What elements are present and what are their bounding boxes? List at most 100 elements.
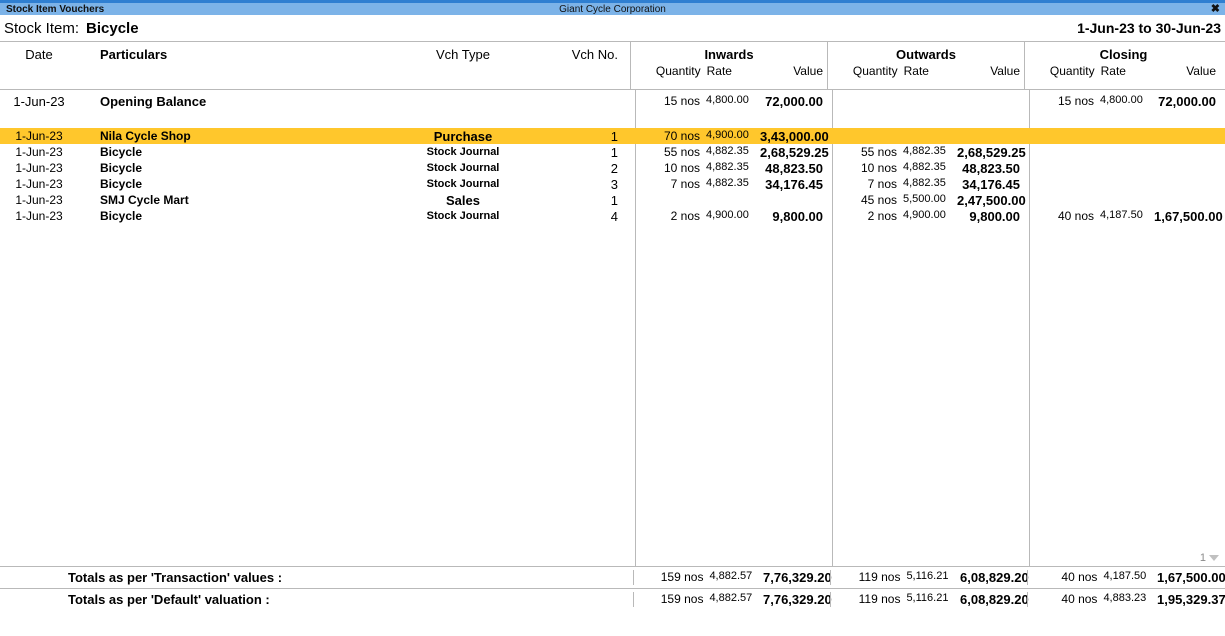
row-outwards-quantity: 2 nos xyxy=(867,208,897,223)
row-vch-no: 1 xyxy=(610,128,618,144)
totals-label: Totals as per 'Transaction' values : xyxy=(68,570,283,585)
row-vch-no: 1 xyxy=(610,192,618,208)
group-title-outwards: Outwards xyxy=(896,47,956,62)
column-header-inwards-quantity[interactable]: Quantity xyxy=(631,64,701,78)
row-outwards: 10 nos 4,882.35 48,823.50 xyxy=(827,161,1024,176)
totals-closing-value: 1,67,500.00 xyxy=(1157,570,1225,585)
totals-inwards-rate: 4,882.57 xyxy=(709,592,753,604)
row-inwards-quantity: 10 nos xyxy=(663,160,700,175)
row-inwards-rate: 4,882.35 xyxy=(706,176,749,189)
table-row[interactable]: 1-Jun-23 SMJ Cycle Mart Sales 1 45 nos 5,500.… xyxy=(0,192,1225,208)
totals-outwards: 119 nos 5,116.21 6,08,829.20 xyxy=(830,570,1029,585)
row-vch-type: Purchase xyxy=(433,128,493,144)
page-indicator[interactable]: 1 xyxy=(1200,552,1219,564)
row-closing-quantity: 40 nos xyxy=(1057,208,1094,223)
row-vch-type: Stock Journal xyxy=(426,210,500,222)
opening-inwards-value: 72,000.00 xyxy=(765,93,823,109)
totals-outwards-quantity: 119 nos xyxy=(858,592,901,606)
column-group-closing: Closing Quantity Rate Value xyxy=(1024,42,1222,89)
table-row[interactable]: 1-Jun-23 Nila Cycle Shop Purchase 1 70 nos 4,… xyxy=(0,128,1225,144)
row-inwards-value: 3,43,000.00 xyxy=(760,128,829,144)
row-outwards-quantity: 10 nos xyxy=(860,160,897,175)
row-inwards-quantity: 2 nos xyxy=(670,208,700,223)
opening-closing-quantity: 15 nos xyxy=(1057,93,1094,108)
row-outwards-quantity: 7 nos xyxy=(867,176,897,191)
column-header-outwards-value[interactable]: Value xyxy=(957,64,1024,78)
row-inwards: 10 nos 4,882.35 48,823.50 xyxy=(630,161,827,176)
totals-inwards: 159 nos 4,882.57 7,76,329.20 xyxy=(633,570,832,585)
table-row[interactable]: 1-Jun-23 Bicycle Stock Journal 4 2 nos 4,900.… xyxy=(0,208,1225,224)
opening-date: 1-Jun-23 xyxy=(13,93,65,109)
vouchers-table: Date Particulars Vch Type Vch No. Inward… xyxy=(0,41,1225,610)
opening-particulars: Opening Balance xyxy=(100,93,207,109)
row-outwards: 2 nos 4,900.00 9,800.00 xyxy=(827,209,1024,224)
column-header-outwards-quantity[interactable]: Quantity xyxy=(828,64,898,78)
column-header-outwards-rate[interactable]: Rate xyxy=(898,64,958,78)
table-body: 1-Jun-23 Opening Balance 15 nos 4,800.00… xyxy=(0,90,1225,566)
row-outwards-value: 2,68,529.25 xyxy=(957,144,1026,160)
row-outwards-value: 48,823.50 xyxy=(962,160,1020,176)
company-name: Giant Cycle Corporation xyxy=(559,3,666,15)
row-outwards-value: 9,800.00 xyxy=(969,208,1020,224)
totals-closing-quantity: 40 nos xyxy=(1061,592,1098,606)
row-date: 1-Jun-23 xyxy=(15,145,63,159)
table-row[interactable]: 1-Jun-23 Bicycle Stock Journal 1 55 nos 4,882… xyxy=(0,144,1225,160)
row-vch-no: 4 xyxy=(610,208,618,224)
opening-closing-value: 72,000.00 xyxy=(1158,93,1216,109)
opening-inwards: 15 nos 4,800.00 72,000.00 xyxy=(630,94,827,109)
table-header: Date Particulars Vch Type Vch No. Inward… xyxy=(0,42,1225,90)
row-outwards-rate: 4,882.35 xyxy=(903,144,946,157)
opening-closing: 15 nos 4,800.00 72,000.00 xyxy=(1024,94,1222,109)
opening-balance-row[interactable]: 1-Jun-23 Opening Balance 15 nos 4,800.00… xyxy=(0,90,1225,112)
row-outwards-rate: 4,900.00 xyxy=(903,208,946,221)
row-inwards: 2 nos 4,900.00 9,800.00 xyxy=(630,209,827,224)
row-inwards-rate: 4,900.00 xyxy=(706,208,749,221)
group-title-inwards: Inwards xyxy=(704,47,754,62)
chevron-down-icon[interactable] xyxy=(1209,555,1219,561)
row-inwards: 55 nos 4,882.35 2,68,529.25 xyxy=(630,144,829,160)
column-header-vch-type[interactable]: Vch Type xyxy=(398,47,528,62)
column-group-outwards: Outwards Quantity Rate Value xyxy=(827,42,1024,89)
row-particulars: Bicycle xyxy=(100,161,143,175)
row-spacer xyxy=(0,112,1225,128)
totals-closing-quantity: 40 nos xyxy=(1061,570,1098,584)
totals-outwards: 119 nos 5,116.21 6,08,829.20 xyxy=(830,592,1029,607)
column-header-vch-no[interactable]: Vch No. xyxy=(528,47,630,62)
report-period[interactable]: 1-Jun-23 to 30-Jun-23 xyxy=(1077,20,1221,36)
table-row[interactable]: 1-Jun-23 Bicycle Stock Journal 3 7 nos 4,882.… xyxy=(0,176,1225,192)
totals-outwards-value: 6,08,829.20 xyxy=(960,592,1029,607)
totals-inwards-rate: 4,882.57 xyxy=(709,570,753,582)
totals-closing-value: 1,95,329.37 xyxy=(1157,592,1225,607)
row-closing-rate: 4,187.50 xyxy=(1100,208,1143,221)
row-outwards-value: 2,47,500.00 xyxy=(957,192,1026,208)
row-inwards-quantity: 7 nos xyxy=(670,176,700,191)
totals-inwards-quantity: 159 nos xyxy=(660,592,704,606)
row-date: 1-Jun-23 xyxy=(15,193,63,207)
row-particulars: SMJ Cycle Mart xyxy=(100,193,189,207)
report-subheader: Stock Item: Bicycle 1-Jun-23 to 30-Jun-2… xyxy=(0,15,1225,41)
totals-outwards-rate: 5,116.21 xyxy=(906,570,949,582)
column-header-inwards-rate[interactable]: Rate xyxy=(701,64,761,78)
row-outwards: 55 nos 4,882.35 2,68,529.25 xyxy=(827,144,1026,160)
table-row[interactable]: 1-Jun-23 Bicycle Stock Journal 2 10 nos 4,882… xyxy=(0,160,1225,176)
column-header-inwards-value[interactable]: Value xyxy=(760,64,827,78)
stock-item-value[interactable]: Bicycle xyxy=(86,20,139,37)
group-title-closing: Closing xyxy=(1099,47,1148,62)
voucher-rows: 1-Jun-23 Nila Cycle Shop Purchase 1 70 nos 4,… xyxy=(0,128,1225,224)
column-header-closing-rate[interactable]: Rate xyxy=(1095,64,1155,78)
row-outwards-rate: 5,500.00 xyxy=(903,192,946,205)
row-vch-no: 1 xyxy=(610,144,618,160)
row-closing: 40 nos 4,187.50 1,67,500.00 xyxy=(1024,208,1223,224)
totals-inwards-value: 7,76,329.20 xyxy=(763,570,832,585)
column-header-date[interactable]: Date xyxy=(0,47,78,62)
row-date: 1-Jun-23 xyxy=(15,129,63,143)
row-inwards-rate: 4,882.35 xyxy=(706,144,749,157)
row-inwards-value: 34,176.45 xyxy=(765,176,823,192)
column-header-closing-value[interactable]: Value xyxy=(1154,64,1222,78)
column-header-particulars[interactable]: Particulars xyxy=(78,47,398,62)
stock-item-label: Stock Item: xyxy=(4,19,80,37)
row-date: 1-Jun-23 xyxy=(15,177,63,191)
totals-outwards-rate: 5,116.21 xyxy=(906,592,949,604)
column-header-closing-quantity[interactable]: Quantity xyxy=(1025,64,1095,78)
table-totals: Totals as per 'Transaction' values : 159 … xyxy=(0,566,1225,610)
